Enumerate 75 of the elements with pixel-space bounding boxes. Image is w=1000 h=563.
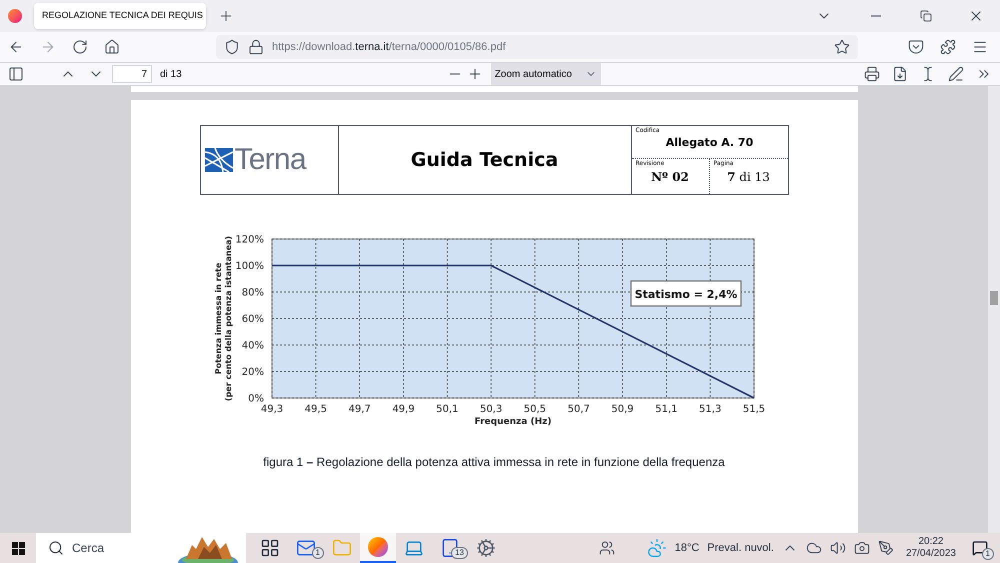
task-view-icon [260,538,280,558]
mail-icon [296,538,316,558]
x-tick-label: 49,3 [260,404,284,415]
count-badge: 1 [312,547,324,559]
x-tick-label: 50,7 [568,404,590,415]
x-tick-label: 50,3 [480,404,502,415]
x-tick-label: 51,5 [742,404,766,415]
y-tick-label: 120% [235,234,264,246]
x-tick-label: 50,1 [436,404,458,415]
star-icon[interactable] [834,39,850,55]
people-icon[interactable] [598,540,615,556]
annotation: Statismo = 2,4% [634,288,738,301]
y-tick-label: 20% [242,367,264,378]
clock[interactable]: 20:22 27/04/2023 [906,536,956,560]
x-tick-label: 50,9 [611,404,634,415]
extensions-icon[interactable] [940,39,956,55]
x-tick-label: 51,3 [699,404,722,415]
scrollbar[interactable] [988,86,1000,533]
y-tick-label: 100% [235,261,264,272]
annotation-label: Statismo = 2,4% [630,280,742,306]
y-tick-label: 60% [242,314,264,325]
zoom-select[interactable]: Zoom automatico [490,63,601,85]
address-bar[interactable]: https://download.terna.it/terna/0000/0105/86.pdf [216,35,858,59]
temperature[interactable]: 18°C [674,540,700,556]
page-number-field[interactable]: 7 [112,65,152,83]
folder-icon [332,538,352,558]
taskbar-app[interactable]: 1 [288,533,324,563]
count-badge: 1 [982,548,994,560]
sidebar-icon[interactable] [8,66,24,82]
search-icon[interactable] [48,540,64,556]
windows-icon [12,542,24,554]
taskbar-app[interactable]: 13 [432,533,468,563]
print-icon[interactable] [864,66,880,82]
camera-icon[interactable] [854,540,870,556]
y-tick-label: 80% [242,288,264,298]
x-axis-title: Frequenza (Hz) [474,417,552,427]
taskbar-app[interactable] [360,533,396,563]
back-icon[interactable] [8,39,24,55]
x-tick-label: 49,5 [304,404,327,415]
page-count: di 13 [160,68,182,82]
browser-icon[interactable] [8,9,22,23]
menu-icon[interactable] [972,39,988,55]
x-tick-label: 49,9 [392,404,415,415]
draw-icon[interactable] [948,66,964,82]
field-value: Nº 02 [650,169,690,186]
y-tick-label: 40% [242,340,264,352]
pen-icon[interactable] [878,540,894,556]
browser-tab[interactable]: REGOLAZIONE TECNICA DEI REQUIS [34,3,206,29]
logo-icon [204,148,232,172]
field-value: Allegato A. 70 [664,135,754,151]
shield-icon[interactable] [224,39,240,55]
cloud-icon[interactable] [806,540,822,556]
weather-condition[interactable]: Preval. nuvol. [707,540,774,556]
x-tick-label: 49,7 [348,404,371,415]
y-axis-title: Potenza immessa in rete (per cento della potenza istantanea) [214,236,233,402]
new-tab-icon[interactable] [218,8,234,24]
volume-icon[interactable] [830,540,846,556]
x-tick-label: 50,5 [524,404,546,415]
x-tick-label: 51,1 [655,404,678,415]
figure-caption: figura 1 – Regolazione della potenza attiva immessa in rete in funzione della frequenza [263,454,725,471]
y-tick-label: 0% [248,394,264,404]
document-title: Guida Tecnica [410,148,560,173]
restore-icon[interactable] [920,10,932,22]
field-value: 7 di 13 [726,169,771,186]
notification-icon [972,540,988,556]
lock-icon[interactable] [248,39,264,55]
count-badge: 13 [451,547,468,559]
notifications-button[interactable]: 1 [968,536,992,560]
home-icon[interactable] [104,39,120,55]
pocket-icon[interactable] [908,39,924,55]
browser-icon [368,537,388,557]
logo-text: Terna [234,145,306,175]
download-icon[interactable] [892,66,908,82]
reload-icon[interactable] [72,39,88,55]
gear-icon [476,538,496,558]
